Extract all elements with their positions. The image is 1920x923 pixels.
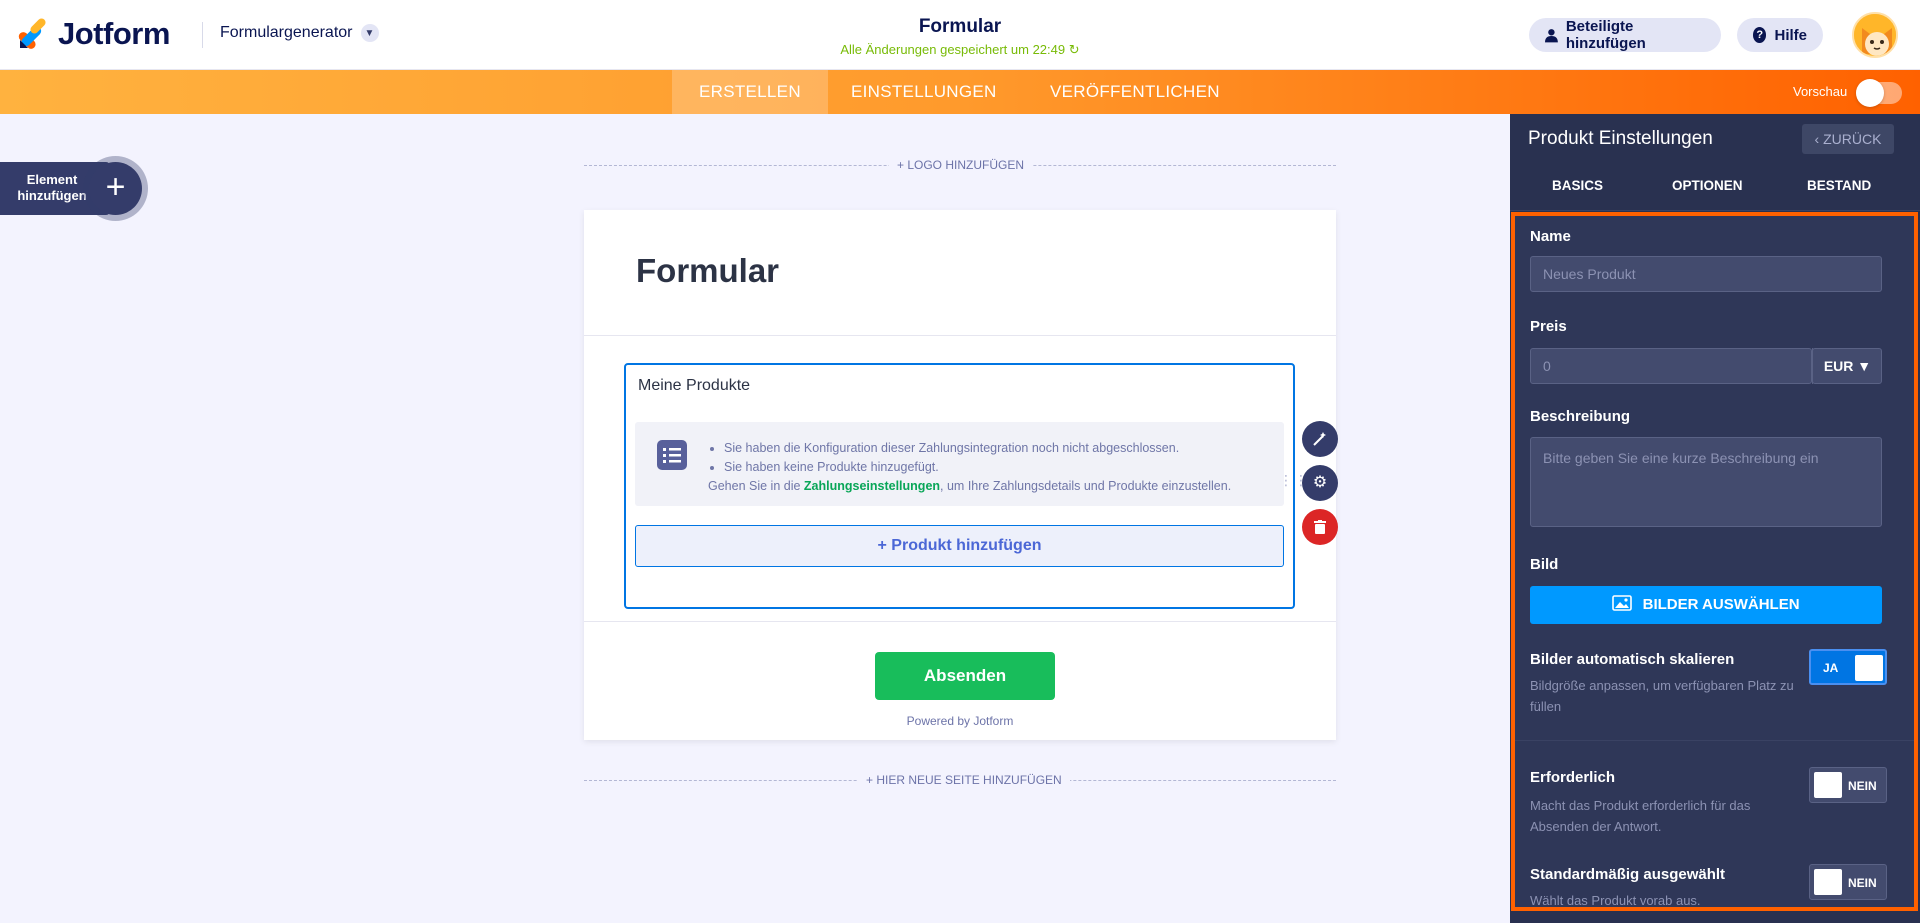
help-icon: ? [1753, 27, 1767, 43]
caret-down-icon: ▼ [1857, 358, 1872, 374]
header-divider [202, 22, 203, 48]
warning-instruction: Gehen Sie in die Zahlungseinstellungen, … [708, 477, 1231, 496]
payment-settings-link[interactable]: Zahlungseinstellungen [804, 479, 940, 493]
description-label: Beschreibung [1530, 408, 1631, 425]
gear-icon[interactable]: ⚙ [1302, 465, 1338, 501]
logo-text: Jotform [58, 16, 170, 51]
submit-button[interactable]: Absenden [875, 652, 1055, 700]
save-status: Alle Änderungen gespeichert um 22:49 ↻ [760, 42, 1160, 58]
default-selected-label: Standardmäßig ausgewählt [1530, 866, 1726, 883]
heading-separator [584, 335, 1336, 336]
cat-avatar-icon [1854, 14, 1896, 56]
select-images-label: BILDER AUSWÄHLEN [1642, 596, 1800, 613]
trash-icon[interactable] [1302, 509, 1338, 545]
main-nav: ERSTELLEN EINSTELLUNGEN VERÖFFENTLICHEN … [0, 70, 1920, 114]
warning-suffix: , um Ihre Zahlungsdetails und Produkte e… [940, 479, 1232, 493]
magic-wand-icon[interactable] [1302, 421, 1338, 457]
app-switcher[interactable]: Formulargenerator ▼ [220, 24, 379, 42]
required-label: Erforderlich [1530, 769, 1616, 786]
warning-prefix: Gehen Sie in die [708, 479, 804, 493]
autoscale-label: Bilder automatisch skalieren [1530, 651, 1735, 668]
required-description: Macht das Produkt erforderlich für das A… [1530, 798, 1751, 834]
description-textarea[interactable]: Bitte geben Sie eine kurze Beschreibung … [1530, 437, 1882, 527]
autoscale-value: JA [1823, 661, 1839, 675]
autoscale-toggle[interactable]: JA [1809, 649, 1887, 685]
add-product-button[interactable]: + Produkt hinzufügen [635, 525, 1284, 567]
tab-build[interactable]: ERSTELLEN [672, 70, 828, 114]
panel-tab-separator [1510, 210, 1920, 211]
back-label: ZURÜCK [1823, 131, 1882, 147]
toggle-knob [1814, 772, 1842, 798]
chevron-down-icon: ▼ [360, 24, 379, 42]
back-button[interactable]: ‹ ZURÜCK [1802, 124, 1894, 154]
toggle-knob [1814, 869, 1842, 895]
jotform-logo[interactable]: Jotform [18, 16, 170, 52]
warning-item: Sie haben die Konfiguration dieser Zahlu… [724, 439, 1231, 458]
tab-publish[interactable]: VERÖFFENTLICHEN [1023, 70, 1247, 114]
refresh-icon: ↻ [1068, 42, 1080, 57]
form-heading[interactable]: Formular [636, 252, 779, 290]
products-label[interactable]: Meine Produkte [638, 377, 750, 395]
add-page-link[interactable]: + HIER NEUE SEITE HINZUFÜGEN [858, 773, 1070, 787]
default-selected-value: NEIN [1848, 876, 1877, 890]
currency-label: EUR [1823, 358, 1854, 374]
panel-divider [1515, 740, 1914, 741]
name-input[interactable]: Neues Produkt [1530, 256, 1882, 292]
user-icon [1545, 28, 1558, 42]
help-label: Hilfe [1774, 26, 1807, 44]
tab-basics[interactable]: BASICS [1552, 178, 1603, 193]
autoscale-description: Bildgröße anpassen, um verfügbaren Platz… [1530, 678, 1794, 714]
default-selected-toggle[interactable]: NEIN [1809, 864, 1887, 900]
invite-button[interactable]: Beteiligte hinzufügen [1529, 18, 1721, 52]
jotform-logo-icon [18, 18, 46, 49]
avatar[interactable] [1852, 12, 1898, 58]
powered-by: Powered by Jotform [906, 714, 1014, 728]
add-logo-link[interactable]: + LOGO HINZUFÜGEN [889, 158, 1033, 172]
add-element-button[interactable]: + [89, 162, 142, 215]
panel-title: Produkt Einstellungen [1528, 128, 1713, 149]
preview-toggle-knob[interactable] [1856, 79, 1884, 107]
drag-handle-icon[interactable]: ⋮⋮ [1279, 473, 1308, 499]
tab-options[interactable]: OPTIONEN [1672, 178, 1743, 193]
required-toggle[interactable]: NEIN [1809, 767, 1887, 803]
price-label: Preis [1530, 318, 1567, 335]
submit-separator [584, 621, 1336, 622]
checklist-icon [657, 440, 687, 470]
name-label: Name [1530, 228, 1571, 245]
invite-label: Beteiligte hinzufügen [1565, 18, 1646, 52]
warning-text: Sie haben die Konfiguration dieser Zahlu… [708, 439, 1231, 496]
form-title[interactable]: Formular [760, 16, 1160, 38]
select-images-button[interactable]: BILDER AUSWÄHLEN [1530, 586, 1882, 624]
chevron-left-icon: ‹ [1814, 131, 1820, 147]
app-switcher-label: Formulargenerator [220, 24, 353, 41]
warning-item: Sie haben keine Produkte hinzugefügt. [724, 458, 1231, 477]
price-input[interactable]: 0 [1530, 348, 1812, 384]
help-button[interactable]: ? Hilfe [1737, 18, 1823, 52]
toggle-knob [1855, 655, 1883, 681]
top-bar: Jotform Formulargenerator ▼ Formular All… [0, 0, 1920, 70]
tab-stock[interactable]: BESTAND [1807, 178, 1871, 193]
image-icon [1612, 595, 1633, 611]
required-value: NEIN [1848, 779, 1877, 793]
image-label: Bild [1530, 556, 1559, 573]
preview-label: Vorschau [1793, 84, 1848, 99]
tab-settings[interactable]: EINSTELLUNGEN [824, 70, 1024, 114]
save-status-text: Alle Änderungen gespeichert um 22:49 [840, 42, 1066, 57]
form-title-area: Formular Alle Änderungen gespeichert um … [760, 16, 1160, 58]
currency-value[interactable]: EUR ▼ [1812, 348, 1882, 384]
